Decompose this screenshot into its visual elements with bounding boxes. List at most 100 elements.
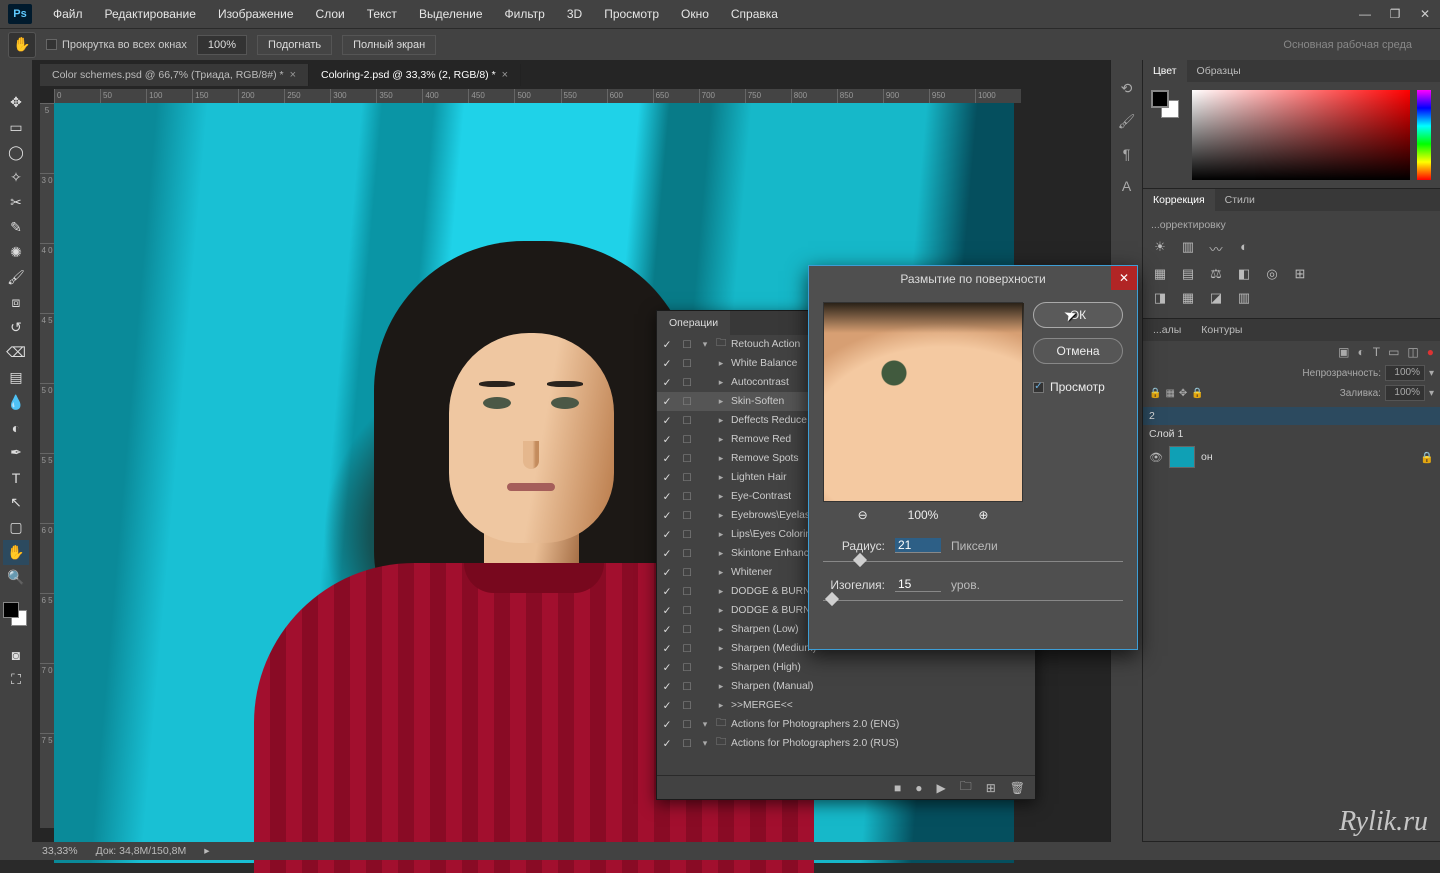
screenmode-toggle[interactable]: ⛶ xyxy=(3,667,29,692)
check-icon[interactable]: ✓ xyxy=(657,396,677,408)
dropdown-icon[interactable]: ▾ xyxy=(1429,368,1434,379)
disclosure-icon[interactable]: ▸ xyxy=(713,415,729,426)
filter-toggle-icon[interactable]: ● xyxy=(1427,345,1434,359)
lock-icon[interactable]: 🔒 xyxy=(1149,388,1161,399)
disclosure-icon[interactable]: ▸ xyxy=(713,510,729,521)
check-icon[interactable]: ✓ xyxy=(657,358,677,370)
trash-icon[interactable]: 🗑 xyxy=(1010,781,1025,795)
tab-swatches[interactable]: Образцы xyxy=(1187,60,1251,82)
dialog-titlebar[interactable]: Размытие по поверхности ✕ xyxy=(809,266,1137,292)
check-icon[interactable]: ✓ xyxy=(657,339,677,351)
crop-tool[interactable]: ✂ xyxy=(3,190,29,215)
stop-icon[interactable]: ■ xyxy=(894,781,901,795)
dialog-toggle-icon[interactable]: ☐ xyxy=(677,738,697,750)
magic-wand-tool[interactable]: ✧ xyxy=(3,165,29,190)
check-icon[interactable]: ✓ xyxy=(657,453,677,465)
dodge-tool[interactable]: ◐ xyxy=(3,415,29,440)
dialog-toggle-icon[interactable]: ☐ xyxy=(677,700,697,712)
record-icon[interactable]: ● xyxy=(915,781,922,795)
menu-image[interactable]: Изображение xyxy=(207,0,305,28)
ok-button[interactable]: ОК ➤ xyxy=(1033,302,1123,328)
fit-screen-button[interactable]: Подогнать xyxy=(257,35,332,55)
disclosure-icon[interactable]: ▸ xyxy=(713,377,729,388)
lock-all-icon[interactable]: 🔒 xyxy=(1191,388,1203,399)
dialog-toggle-icon[interactable]: ☐ xyxy=(677,586,697,598)
scroll-all-windows-check[interactable]: Прокрутка во всех окнах xyxy=(46,39,187,51)
check-icon[interactable]: ✓ xyxy=(657,491,677,503)
tab-paths[interactable]: Контуры xyxy=(1191,319,1252,341)
dialog-toggle-icon[interactable]: ☐ xyxy=(677,510,697,522)
character-icon[interactable]: A xyxy=(1122,178,1131,194)
check-icon[interactable]: ✓ xyxy=(657,567,677,579)
check-icon[interactable]: ✓ xyxy=(657,472,677,484)
disclosure-icon[interactable]: ▸ xyxy=(713,662,729,673)
disclosure-icon[interactable]: ▸ xyxy=(713,453,729,464)
disclosure-icon[interactable]: ▸ xyxy=(713,681,729,692)
photo-filter-icon[interactable]: ◎ xyxy=(1263,266,1281,282)
check-icon[interactable]: ✓ xyxy=(657,643,677,655)
check-icon[interactable]: ✓ xyxy=(657,662,677,674)
hand-tool[interactable]: ✋ xyxy=(3,540,29,565)
dialog-toggle-icon[interactable]: ☐ xyxy=(677,434,697,446)
doc-tab-inactive[interactable]: Color schemes.psd @ 66,7% (Триада, RGB/8… xyxy=(40,64,309,86)
move-tool[interactable]: ✥ xyxy=(3,90,29,115)
brightness-icon[interactable]: ☀ xyxy=(1151,239,1169,258)
dialog-toggle-icon[interactable]: ☐ xyxy=(677,339,697,351)
play-icon[interactable]: ▶ xyxy=(936,781,945,795)
hand-tool-icon[interactable]: ✋ xyxy=(8,32,36,58)
hsl-icon[interactable]: ▤ xyxy=(1179,266,1197,282)
tab-channels[interactable]: ...алы xyxy=(1143,319,1191,341)
clone-stamp-tool[interactable]: ⧈ xyxy=(3,290,29,315)
filter-shape-icon[interactable]: ▭ xyxy=(1388,345,1399,359)
tab-actions[interactable]: Операции xyxy=(657,311,730,335)
filter-type-icon[interactable]: T xyxy=(1373,345,1380,359)
check-icon[interactable]: ✓ xyxy=(657,415,677,427)
fill-input[interactable]: 100% xyxy=(1385,385,1425,401)
pen-tool[interactable]: ✒ xyxy=(3,440,29,465)
menu-type[interactable]: Текст xyxy=(356,0,408,28)
disclosure-icon[interactable]: ▸ xyxy=(713,700,729,711)
color-balance-icon[interactable]: ⚖ xyxy=(1207,266,1225,282)
marquee-tool[interactable]: ▭ xyxy=(3,115,29,140)
dialog-toggle-icon[interactable]: ☐ xyxy=(677,529,697,541)
dialog-toggle-icon[interactable]: ☐ xyxy=(677,624,697,636)
blur-tool[interactable]: 💧 xyxy=(3,390,29,415)
vibrance-icon[interactable]: ▦ xyxy=(1151,266,1169,282)
tab-corrections[interactable]: Коррекция xyxy=(1143,189,1215,211)
menu-help[interactable]: Справка xyxy=(720,0,789,28)
lock-pixel-icon[interactable]: ▦ xyxy=(1165,388,1174,399)
fullscreen-button[interactable]: Полный экран xyxy=(342,35,436,55)
disclosure-icon[interactable]: ▸ xyxy=(713,548,729,559)
hue-slider[interactable] xyxy=(1417,90,1431,180)
check-icon[interactable]: ✓ xyxy=(657,605,677,617)
window-maximize-button[interactable]: ❐ xyxy=(1380,0,1410,28)
layer-row[interactable]: 👁 он 🔒 xyxy=(1143,443,1440,471)
disclosure-icon[interactable]: ▾ xyxy=(697,719,713,730)
doc-size-status[interactable]: Док: 34,8M/150,8M xyxy=(96,845,187,857)
tab-color[interactable]: Цвет xyxy=(1143,60,1187,82)
glyphs-icon[interactable]: ¶ xyxy=(1123,146,1131,162)
zoom-out-icon[interactable]: ⊖ xyxy=(858,508,868,522)
check-icon[interactable]: ✓ xyxy=(657,719,677,731)
disclosure-icon[interactable]: ▸ xyxy=(713,624,729,635)
disclosure-icon[interactable]: ▾ xyxy=(697,339,713,350)
dialog-toggle-icon[interactable]: ☐ xyxy=(677,548,697,560)
new-action-icon[interactable]: ⊞ xyxy=(986,781,996,795)
check-icon[interactable]: ✓ xyxy=(657,529,677,541)
type-tool[interactable]: T xyxy=(3,465,29,490)
window-minimize-button[interactable]: — xyxy=(1350,0,1380,28)
lasso-tool[interactable]: ◯ xyxy=(3,140,29,165)
menu-filter[interactable]: Фильтр xyxy=(494,0,556,28)
opacity-input[interactable]: 100% xyxy=(1385,365,1425,381)
filter-adjust-icon[interactable]: ◐ xyxy=(1357,345,1364,359)
dropdown-icon[interactable]: ▾ xyxy=(1429,388,1434,399)
window-close-button[interactable]: ✕ xyxy=(1410,0,1440,28)
check-icon[interactable]: ✓ xyxy=(657,548,677,560)
dialog-toggle-icon[interactable]: ☐ xyxy=(677,377,697,389)
radius-slider[interactable] xyxy=(823,555,1123,569)
dialog-toggle-icon[interactable]: ☐ xyxy=(677,643,697,655)
posterize-icon[interactable]: ▦ xyxy=(1179,290,1197,306)
radius-input[interactable]: 21 xyxy=(895,538,941,553)
zoom-status[interactable]: 33,33% xyxy=(42,845,78,857)
check-icon[interactable]: ✓ xyxy=(657,738,677,750)
